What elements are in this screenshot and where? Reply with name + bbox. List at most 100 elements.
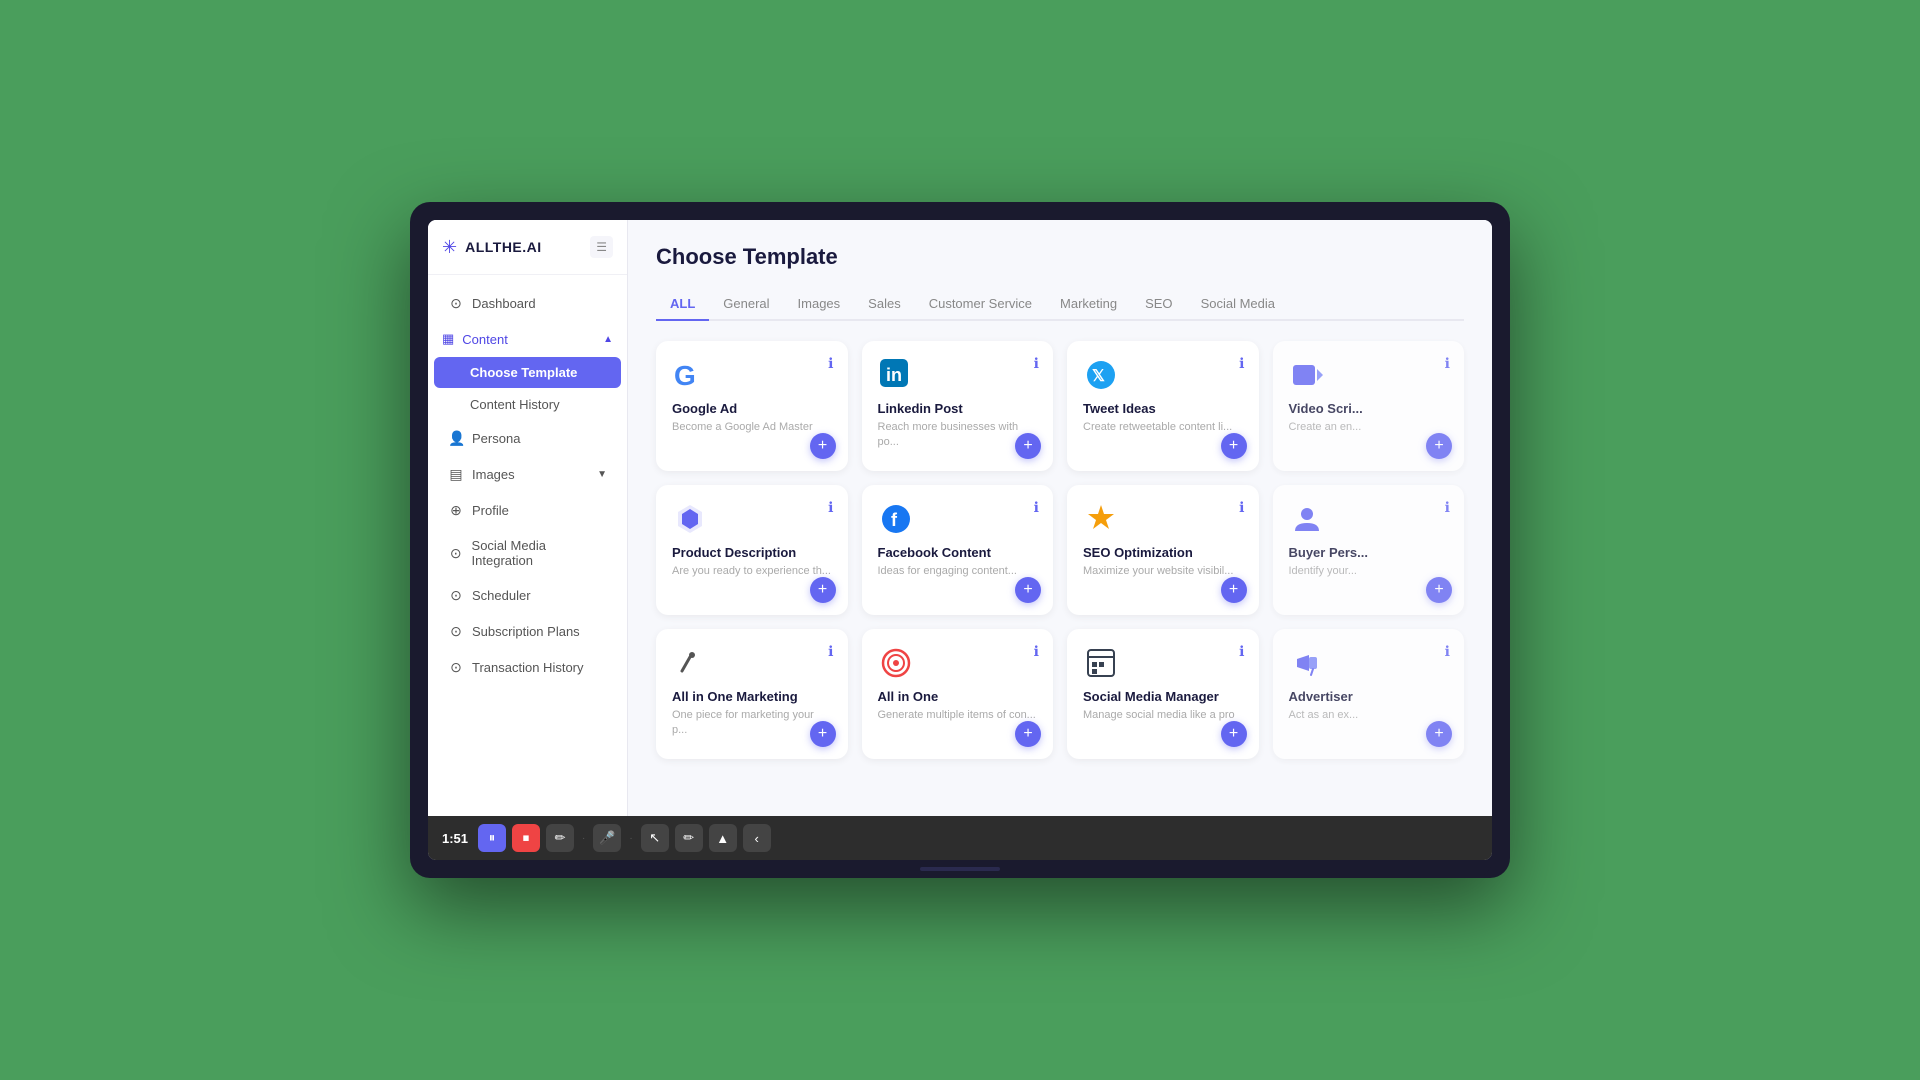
tab-social-media[interactable]: Social Media <box>1187 288 1289 321</box>
stop-button[interactable]: ⏹ <box>512 824 540 852</box>
template-card-google-ad[interactable]: G Google Ad Become a Google Ad Master ℹ … <box>656 341 848 471</box>
advertiser-add-button[interactable]: + <box>1426 721 1452 747</box>
images-icon: ▤ <box>448 466 464 483</box>
social-manager-add-button[interactable]: + <box>1221 721 1247 747</box>
facebook-name: Facebook Content <box>878 545 1038 560</box>
social-manager-icon <box>1083 645 1119 681</box>
template-card-product[interactable]: Product Description Are you ready to exp… <box>656 485 848 615</box>
persona-label: Persona <box>472 431 520 446</box>
tab-sales[interactable]: Sales <box>854 288 915 321</box>
sidebar-nav: ⊙ Dashboard ▦ Content ▲ Choose Template … <box>428 275 627 816</box>
main-content: Choose Template ALL General Images Sales… <box>628 220 1492 816</box>
video-add-button[interactable]: + <box>1426 433 1452 459</box>
tab-all[interactable]: ALL <box>656 288 709 321</box>
template-card-advertiser[interactable]: Advertiser Act as an ex... ℹ + <box>1273 629 1465 759</box>
linkedin-info-icon[interactable]: ℹ <box>1034 355 1039 372</box>
sidebar-item-images[interactable]: ▤ Images ▼ <box>434 457 621 492</box>
highlight-button[interactable]: ▲ <box>709 824 737 852</box>
template-card-linkedin[interactable]: in Linkedin Post Reach more businesses w… <box>862 341 1054 471</box>
tab-seo[interactable]: SEO <box>1131 288 1186 321</box>
social-icon: ⊙ <box>448 545 464 562</box>
draw-button[interactable]: ✏ <box>675 824 703 852</box>
product-info-icon[interactable]: ℹ <box>828 499 833 516</box>
template-card-social-manager[interactable]: Social Media Manager Manage social media… <box>1067 629 1259 759</box>
template-card-facebook[interactable]: f Facebook Content Ideas for engaging co… <box>862 485 1054 615</box>
template-card-seo[interactable]: SEO Optimization Maximize your website v… <box>1067 485 1259 615</box>
images-label: Images <box>472 467 515 482</box>
tab-marketing[interactable]: Marketing <box>1046 288 1131 321</box>
video-icon <box>1289 357 1325 393</box>
tool-button-1[interactable]: ✏ <box>546 824 574 852</box>
sidebar-item-content-history[interactable]: Content History <box>434 389 621 420</box>
menu-button[interactable]: ☰ <box>590 236 613 258</box>
facebook-info-icon[interactable]: ℹ <box>1034 499 1039 516</box>
marketing-info-icon[interactable]: ℹ <box>828 643 833 660</box>
sidebar-item-subscription[interactable]: ⊙ Subscription Plans <box>434 614 621 649</box>
sidebar-item-transaction[interactable]: ⊙ Transaction History <box>434 650 621 685</box>
tab-general[interactable]: General <box>709 288 783 321</box>
all-in-one-add-button[interactable]: + <box>1015 721 1041 747</box>
sidebar-item-choose-template[interactable]: Choose Template <box>434 357 621 388</box>
buyer-name: Buyer Pers... <box>1289 545 1449 560</box>
marketing-desc: One piece for marketing your p... <box>672 708 832 743</box>
template-grid: G Google Ad Become a Google Ad Master ℹ … <box>656 341 1464 759</box>
scheduler-icon: ⊙ <box>448 587 464 604</box>
tab-images[interactable]: Images <box>784 288 855 321</box>
svg-text:𝕏: 𝕏 <box>1092 368 1105 385</box>
template-card-buyer[interactable]: Buyer Pers... Identify your... ℹ + <box>1273 485 1465 615</box>
template-card-marketing[interactable]: All in One Marketing One piece for marke… <box>656 629 848 759</box>
seo-name: SEO Optimization <box>1083 545 1243 560</box>
template-card-tweet[interactable]: 𝕏 Tweet Ideas Create retweetable content… <box>1067 341 1259 471</box>
transaction-icon: ⊙ <box>448 659 464 676</box>
advertiser-icon <box>1289 645 1325 681</box>
choose-template-label: Choose Template <box>470 365 577 380</box>
sidebar-item-content-label: Content <box>462 332 508 347</box>
page-title: Choose Template <box>656 244 1464 270</box>
video-info-icon[interactable]: ℹ <box>1445 355 1450 372</box>
marketing-add-button[interactable]: + <box>810 721 836 747</box>
google-ad-add-button[interactable]: + <box>810 433 836 459</box>
mic-button[interactable]: 🎤 <box>593 824 621 852</box>
product-add-button[interactable]: + <box>810 577 836 603</box>
sidebar-item-scheduler[interactable]: ⊙ Scheduler <box>434 578 621 613</box>
content-icon: ▦ <box>442 331 454 347</box>
sidebar-item-social-media-integration[interactable]: ⊙ Social Media Integration <box>434 529 621 577</box>
tweet-add-button[interactable]: + <box>1221 433 1247 459</box>
arrow-button[interactable]: ↖ <box>641 824 669 852</box>
linkedin-name: Linkedin Post <box>878 401 1038 416</box>
linkedin-icon: in <box>878 357 914 393</box>
sidebar-item-profile[interactable]: ⊕ Profile <box>434 493 621 528</box>
advertiser-info-icon[interactable]: ℹ <box>1445 643 1450 660</box>
pause-button[interactable]: ⏸ <box>478 824 506 852</box>
google-ad-info-icon[interactable]: ℹ <box>828 355 833 372</box>
persona-icon: 👤 <box>448 430 464 447</box>
tweet-name: Tweet Ideas <box>1083 401 1243 416</box>
sidebar-item-content[interactable]: ▦ Content ▲ <box>428 322 627 356</box>
dashboard-icon: ⊙ <box>448 295 464 312</box>
sidebar-item-dashboard[interactable]: ⊙ Dashboard <box>434 286 621 321</box>
social-manager-info-icon[interactable]: ℹ <box>1239 643 1244 660</box>
svg-text:f: f <box>891 510 898 530</box>
buyer-desc: Identify your... <box>1289 564 1449 599</box>
images-chevron: ▼ <box>597 469 607 480</box>
more-button[interactable]: ‹ <box>743 824 771 852</box>
advertiser-name: Advertiser <box>1289 689 1449 704</box>
all-in-one-info-icon[interactable]: ℹ <box>1034 643 1039 660</box>
seo-add-button[interactable]: + <box>1221 577 1247 603</box>
transaction-label: Transaction History <box>472 660 584 675</box>
advertiser-desc: Act as an ex... <box>1289 708 1449 743</box>
sidebar: ✳ ALLTHE.AI ☰ ⊙ Dashboard ▦ Content ▲ <box>428 220 628 816</box>
tweet-desc: Create retweetable content li... <box>1083 420 1243 455</box>
seo-info-icon[interactable]: ℹ <box>1239 499 1244 516</box>
buyer-info-icon[interactable]: ℹ <box>1445 499 1450 516</box>
tweet-info-icon[interactable]: ℹ <box>1239 355 1244 372</box>
template-card-video[interactable]: Video Scri... Create an en... ℹ + <box>1273 341 1465 471</box>
template-card-all-in-one[interactable]: All in One Generate multiple items of co… <box>862 629 1054 759</box>
buyer-add-button[interactable]: + <box>1426 577 1452 603</box>
logo-icon: ✳ <box>442 237 457 258</box>
sidebar-item-persona[interactable]: 👤 Persona <box>434 421 621 456</box>
tab-customer-service[interactable]: Customer Service <box>915 288 1046 321</box>
laptop-base <box>428 860 1492 878</box>
linkedin-add-button[interactable]: + <box>1015 433 1041 459</box>
facebook-add-button[interactable]: + <box>1015 577 1041 603</box>
